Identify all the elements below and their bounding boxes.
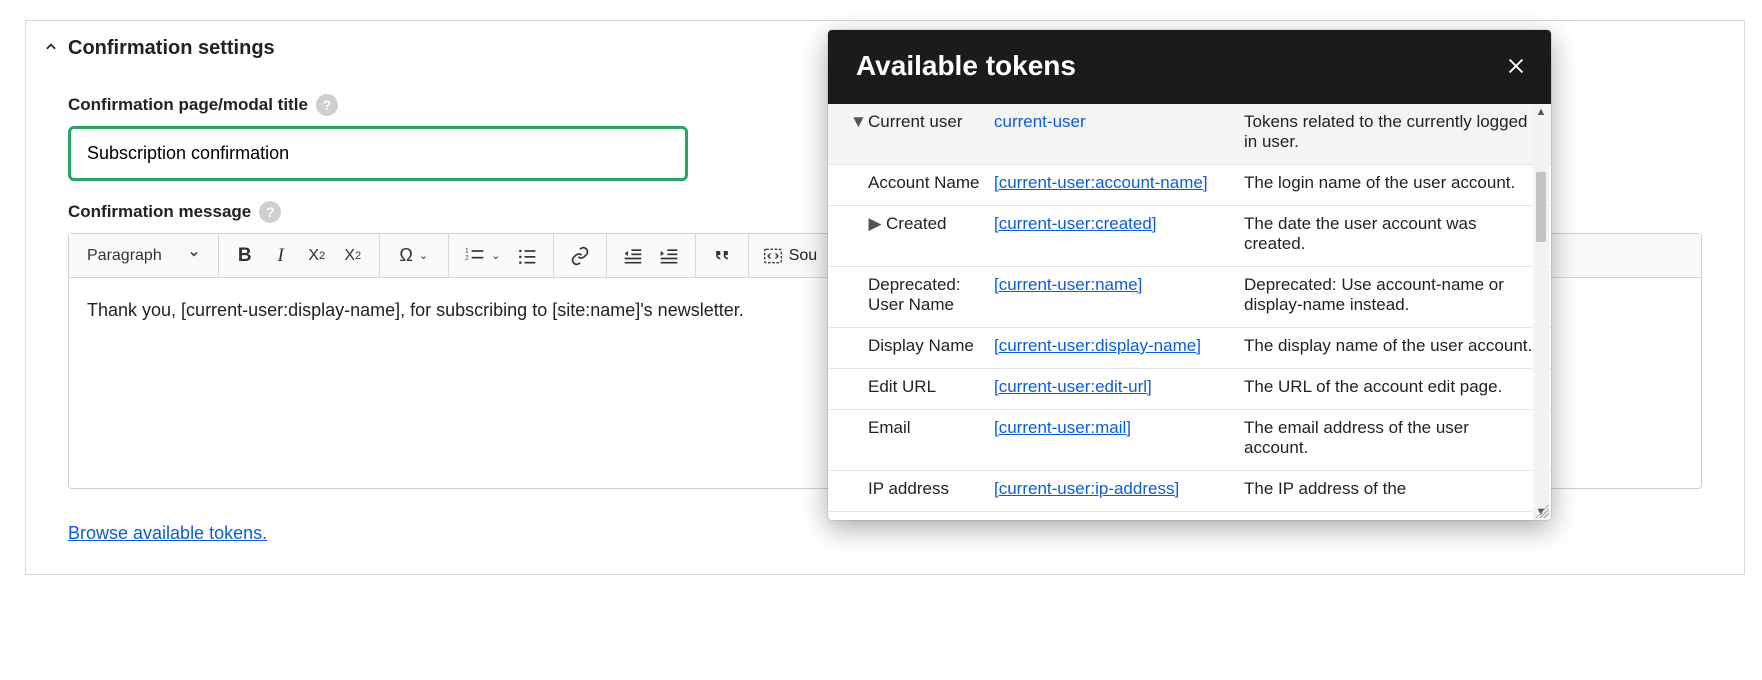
- token-value: current-user: [988, 108, 1238, 156]
- token-name: Edit URL: [828, 373, 988, 401]
- available-tokens-modal: Available tokens ▼Current user current-us…: [828, 30, 1551, 520]
- token-description: The URL of the account edit page.: [1238, 373, 1551, 401]
- help-icon[interactable]: ?: [316, 94, 338, 116]
- token-name: Email: [828, 414, 988, 462]
- token-name: IP address: [828, 475, 988, 503]
- token-row: Deprecated: User Name [current-user:name]…: [828, 267, 1551, 328]
- italic-button[interactable]: I: [263, 238, 299, 274]
- tree-expand-icon[interactable]: ▶: [868, 214, 882, 234]
- indent-button[interactable]: [651, 238, 687, 274]
- subscript-button[interactable]: X2: [299, 238, 335, 274]
- token-link[interactable]: [current-user:mail]: [994, 418, 1131, 437]
- block-format-label: Paragraph: [87, 247, 162, 265]
- tree-collapse-icon[interactable]: ▼: [850, 112, 864, 132]
- modal-title: Available tokens: [856, 50, 1076, 82]
- token-link[interactable]: [current-user:account-name]: [994, 173, 1208, 192]
- token-name: Deprecated: User Name: [828, 271, 988, 319]
- token-row: Email [current-user:mail] The email addres…: [828, 410, 1551, 471]
- token-row: ▼Current user current-user Tokens related …: [828, 104, 1551, 165]
- token-link[interactable]: [current-user:ip-address]: [994, 479, 1179, 498]
- section-title: Confirmation settings: [68, 37, 275, 60]
- scroll-up-icon[interactable]: ▲: [1536, 106, 1547, 118]
- token-description: The email address of the user account.: [1238, 414, 1551, 462]
- confirmation-title-input[interactable]: [68, 126, 688, 181]
- token-row: IP address [current-user:ip-address] The I…: [828, 471, 1551, 512]
- resize-handle[interactable]: [1535, 504, 1549, 518]
- token-name: ▶Created: [828, 210, 988, 258]
- block-format-select[interactable]: Paragraph: [77, 247, 210, 265]
- outdent-button[interactable]: [615, 238, 651, 274]
- token-description: Deprecated: Use account-name or display-…: [1238, 271, 1551, 319]
- scrollbar[interactable]: ▲ ▼: [1533, 104, 1549, 520]
- token-description: The display name of the user account.: [1238, 332, 1551, 360]
- token-name: Display Name: [828, 332, 988, 360]
- token-link[interactable]: [current-user:created]: [994, 214, 1157, 233]
- token-description: The date the user account was created.: [1238, 210, 1551, 258]
- token-value: [current-user:name]: [988, 271, 1238, 319]
- token-value: [current-user:account-name]: [988, 169, 1238, 197]
- chevron-down-icon: [188, 247, 200, 265]
- message-field-label: Confirmation message: [68, 202, 251, 222]
- blockquote-button[interactable]: [704, 238, 740, 274]
- ordered-list-button[interactable]: 1 2 ⌄: [457, 238, 509, 274]
- token-link[interactable]: current-user: [994, 112, 1086, 131]
- token-value: [current-user:edit-url]: [988, 373, 1238, 401]
- browse-tokens-link[interactable]: Browse available tokens.: [68, 523, 267, 544]
- special-char-button[interactable]: Ω⌄: [388, 238, 440, 274]
- svg-text:2: 2: [465, 254, 469, 261]
- source-button[interactable]: Sou: [757, 246, 823, 266]
- token-description: The IP address of the: [1238, 475, 1551, 503]
- token-row: Account Name [current-user:account-name] T…: [828, 165, 1551, 206]
- token-value: [current-user:ip-address]: [988, 475, 1238, 503]
- token-value: [current-user:display-name]: [988, 332, 1238, 360]
- unordered-list-button[interactable]: [509, 238, 545, 274]
- scrollbar-thumb[interactable]: [1536, 172, 1546, 242]
- chevron-up-icon: [44, 37, 58, 60]
- token-link[interactable]: [current-user:display-name]: [994, 336, 1201, 355]
- token-row: Edit URL [current-user:edit-url] The URL o…: [828, 369, 1551, 410]
- token-description: Tokens related to the currently logged i…: [1238, 108, 1551, 156]
- token-link[interactable]: [current-user:name]: [994, 275, 1142, 294]
- title-field-label: Confirmation page/modal title: [68, 95, 308, 115]
- token-value: [current-user:created]: [988, 210, 1238, 258]
- token-table: ▼Current user current-user Tokens related …: [828, 104, 1551, 512]
- bold-button[interactable]: B: [227, 238, 263, 274]
- close-icon[interactable]: [1505, 55, 1527, 77]
- token-value: [current-user:mail]: [988, 414, 1238, 462]
- token-row: Display Name [current-user:display-name] T…: [828, 328, 1551, 369]
- token-description: The login name of the user account.: [1238, 169, 1551, 197]
- source-button-label: Sou: [789, 247, 817, 265]
- help-icon[interactable]: ?: [259, 201, 281, 223]
- token-name: ▼Current user: [828, 108, 988, 156]
- token-name: Account Name: [828, 169, 988, 197]
- token-row: ▶Created [current-user:created] The date t…: [828, 206, 1551, 267]
- link-button[interactable]: [562, 238, 598, 274]
- superscript-button[interactable]: X2: [335, 238, 371, 274]
- message-text: Thank you, [current-user:display-name], …: [87, 300, 744, 320]
- token-link[interactable]: [current-user:edit-url]: [994, 377, 1152, 396]
